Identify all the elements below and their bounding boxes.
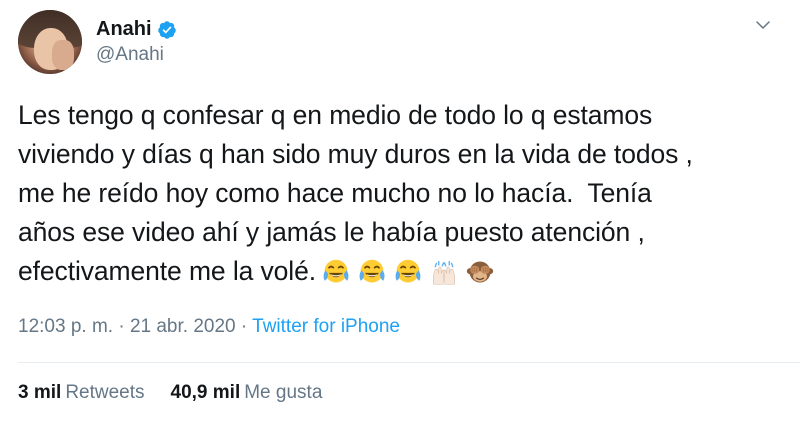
see-no-evil-monkey-icon: [466, 261, 494, 283]
tweet-time[interactable]: 12:03 p. m.: [18, 316, 113, 337]
retweets-count: 3 mil: [18, 382, 62, 403]
divider: [18, 362, 800, 363]
tweet-last-line-row: efectivamente me la volé.: [18, 252, 788, 291]
tweet-source-link[interactable]: Twitter for iPhone: [252, 316, 400, 337]
avatar[interactable]: [18, 10, 82, 74]
tweet-header: Anahi @Anahi: [18, 10, 177, 74]
verified-badge-icon: [157, 20, 176, 39]
display-name[interactable]: Anahi: [96, 18, 152, 41]
meta-separator: ·: [240, 316, 248, 337]
retweets-label: Retweets: [65, 382, 145, 403]
likes-count: 40,9 mil: [170, 382, 241, 403]
face-with-tears-of-joy-icon: [323, 259, 349, 283]
avatar-hand: [52, 40, 74, 70]
user-names: Anahi @Anahi: [96, 18, 177, 66]
face-with-tears-of-joy-icon: [359, 259, 385, 283]
tweet-text: Les tengo q confesar q en medio de todo …: [18, 96, 788, 291]
emoji-row: [322, 258, 502, 286]
likes-label: Me gusta: [244, 382, 323, 403]
tweet-line: Les tengo q confesar q en medio de todo …: [18, 100, 653, 130]
tweet-line: efectivamente me la volé.: [18, 256, 316, 286]
meta-separator: ·: [118, 316, 125, 337]
raising-hands-icon: [432, 260, 456, 285]
chevron-down-icon[interactable]: [754, 16, 772, 34]
retweets-stat[interactable]: 3 mil Retweets: [18, 382, 145, 404]
tweet-line: viviendo y días q han sido muy duros en …: [18, 139, 693, 169]
tweet-meta: 12:03 p. m. · 21 abr. 2020 · Twitter for…: [18, 316, 400, 338]
face-with-tears-of-joy-icon: [395, 259, 421, 283]
likes-stat[interactable]: 40,9 mil Me gusta: [171, 382, 323, 404]
tweet-stats: 3 mil Retweets 40,9 mil Me gusta: [18, 382, 348, 404]
tweet-card: Anahi @Anahi Les tengo q confesar q en m…: [0, 0, 800, 421]
name-row: Anahi: [96, 18, 177, 41]
user-handle[interactable]: @Anahi: [96, 44, 177, 66]
tweet-line: años ese video ahí y jamás le había pues…: [18, 217, 645, 247]
tweet-date[interactable]: 21 abr. 2020: [130, 316, 236, 337]
tweet-line: me he reído hoy como hace mucho no lo ha…: [18, 178, 652, 208]
